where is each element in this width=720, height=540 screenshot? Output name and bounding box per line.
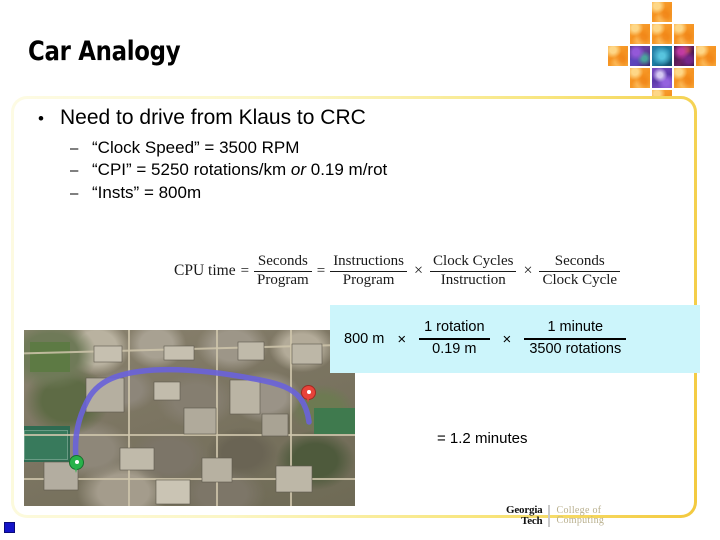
map-building-cluster bbox=[43, 341, 323, 505]
bullet-item: • Need to drive from Klaus to CRC bbox=[34, 106, 674, 131]
fraction-denominator: Instruction bbox=[440, 271, 506, 288]
fraction-denominator: 3500 rotations bbox=[529, 341, 622, 357]
distance-value: 800 m bbox=[344, 331, 385, 347]
fraction-numerator: 1 rotation bbox=[424, 319, 485, 336]
cpi-value-b: 0.19 m/rot bbox=[306, 160, 388, 180]
decor-tile bbox=[652, 68, 672, 88]
decor-tile bbox=[696, 46, 716, 66]
fraction-denominator: Clock Cycle bbox=[542, 271, 618, 288]
multiply-icon: × bbox=[397, 330, 407, 348]
formula-label: CPU time bbox=[174, 262, 236, 280]
decor-tile bbox=[652, 24, 672, 44]
fraction-numerator: Instructions bbox=[333, 253, 405, 269]
bullet-text: Need to drive from Klaus to CRC bbox=[60, 106, 366, 129]
slide: Car Analogy • Need to drive from Klaus t… bbox=[0, 0, 720, 540]
fraction-denominator: 0.19 m bbox=[432, 341, 477, 357]
fraction-numerator: 1 minute bbox=[547, 319, 604, 336]
bullet-marker: • bbox=[38, 109, 44, 128]
destination-pin-icon bbox=[302, 386, 315, 404]
logo-line-2: Tech bbox=[521, 515, 543, 527]
fraction-instructions-program: Instructions Program bbox=[330, 253, 408, 289]
fraction-minute-per-rotations: 1 minute 3500 rotations bbox=[524, 319, 627, 358]
decor-tile bbox=[630, 46, 650, 66]
unit-conversion-box: 800 m × 1 rotation 0.19 m × 1 minute 350… bbox=[330, 305, 700, 373]
map-route-polyline bbox=[43, 341, 323, 505]
decor-tile bbox=[674, 46, 694, 66]
unit-conversion-expression: 800 m × 1 rotation 0.19 m × 1 minute 350… bbox=[344, 319, 627, 358]
decor-tile bbox=[608, 46, 628, 66]
cpu-time-formula: CPU time = Seconds Program = Instruction… bbox=[174, 253, 621, 289]
sub-bullet-item: – “Insts” = 800m bbox=[70, 183, 674, 203]
georgia-tech-logo: Georgia Tech College of Computing bbox=[506, 503, 604, 529]
fraction-seconds-program: Seconds Program bbox=[254, 253, 312, 289]
sub-bullet-text: “Insts” = 800m bbox=[92, 183, 202, 203]
sub-bullet-text: “Clock Speed” = 3500 RPM bbox=[92, 137, 300, 157]
cpi-value-a: “CPI” = 5250 rotations/km bbox=[92, 160, 291, 180]
logo-divider bbox=[548, 505, 551, 527]
fraction-cycles-instruction: Clock Cycles Instruction bbox=[430, 253, 517, 289]
slide-corner-marker bbox=[4, 522, 15, 533]
sub-bullet-marker: – bbox=[70, 139, 79, 157]
decor-tile bbox=[630, 68, 650, 88]
page-title: Car Analogy bbox=[28, 36, 181, 67]
multiply-icon: × bbox=[502, 330, 512, 348]
multiply-icon: × bbox=[414, 262, 424, 280]
decor-tile bbox=[674, 68, 694, 88]
multiply-icon: × bbox=[523, 262, 533, 280]
college-of-computing-wordmark: College of Computing bbox=[556, 505, 605, 527]
fraction-denominator: Program bbox=[257, 271, 309, 288]
fraction-seconds-cycle: Seconds Clock Cycle bbox=[539, 253, 621, 289]
bullet-list: • Need to drive from Klaus to CRC – “Clo… bbox=[34, 106, 674, 206]
decor-tile bbox=[674, 24, 694, 44]
campus-route-map bbox=[24, 330, 355, 506]
sub-bullet-item: – “CPI” = 5250 rotations/km or 0.19 m/ro… bbox=[70, 160, 674, 180]
decor-tile bbox=[652, 46, 672, 66]
fraction-numerator: Clock Cycles bbox=[433, 253, 514, 269]
fraction-numerator: Seconds bbox=[554, 253, 605, 269]
result-text: = 1.2 minutes bbox=[437, 430, 528, 447]
cpi-conjunction: or bbox=[290, 160, 307, 180]
decor-tile bbox=[630, 24, 650, 44]
sub-bullet-marker: – bbox=[70, 185, 79, 203]
start-pin-icon bbox=[70, 456, 83, 474]
sub-bullet-marker: – bbox=[70, 162, 79, 180]
georgia-tech-wordmark: Georgia Tech bbox=[506, 504, 543, 527]
decor-tile bbox=[652, 2, 672, 22]
fraction-denominator: Program bbox=[342, 271, 395, 288]
sub-bullet-item: – “Clock Speed” = 3500 RPM bbox=[70, 138, 674, 158]
formula-equals-2: = bbox=[316, 262, 326, 279]
fraction-rotation-per-meter: 1 rotation 0.19 m bbox=[419, 319, 490, 358]
coc-line-2: Computing bbox=[556, 515, 605, 526]
fraction-numerator: Seconds bbox=[257, 253, 308, 269]
formula-equals-1: = bbox=[240, 262, 250, 279]
sub-bullet-text: “CPI” = 5250 rotations/km or 0.19 m/rot bbox=[92, 160, 387, 180]
